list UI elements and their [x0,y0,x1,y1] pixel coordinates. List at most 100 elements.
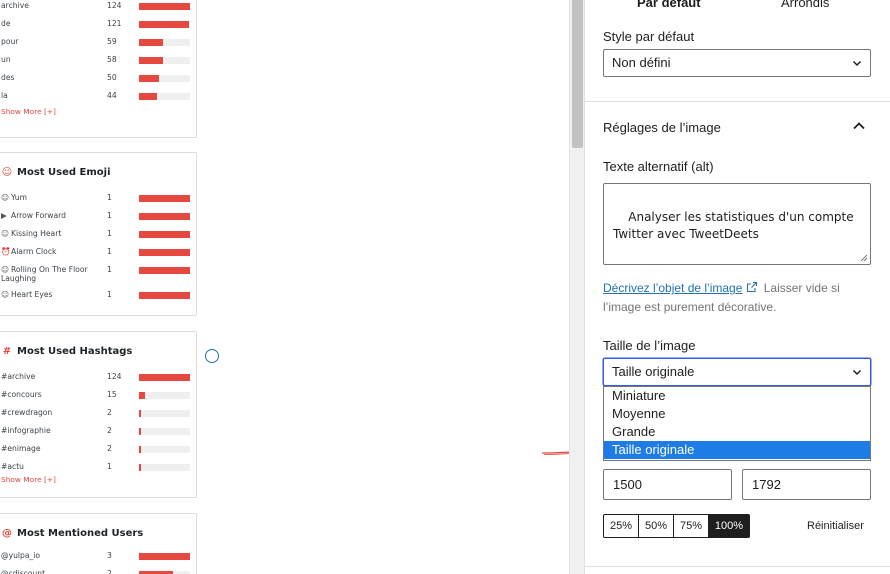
stats-bar-track [139,292,190,299]
default-style-value: Non défini [612,55,671,70]
stats-row-text: pour [1,37,19,46]
card-title-text: Most Used Emoji [17,167,111,178]
block-resize-handle[interactable] [205,349,219,363]
scale-button-75[interactable]: 75% [673,514,709,538]
default-style-select[interactable]: Non défini [603,49,871,77]
stats-row-text: Rolling On The Floor Laughing [1,265,88,283]
image-size-option[interactable]: Grande [604,423,870,441]
stats-bar-track [139,93,190,100]
red-arrow-annotation [541,451,569,455]
scale-button-25[interactable]: 25% [603,514,639,538]
stats-row-label: ⏰Alarm Clock [1,247,91,256]
stats-bar-fill [139,57,163,64]
stats-row-label: un [1,55,91,64]
stats-card: @ Most Mentioned Users @yulpa_io 3 @cdiscoun… [0,513,197,574]
stats-row: ⏰Alarm Clock 1 [1,247,191,259]
tab-par-defaut[interactable]: Par défaut [637,0,701,10]
style-tabs: Par défaut Arrondis [585,0,890,16]
stats-row-count: 2 [107,444,112,453]
alt-text-value: Analyser les statistiques d'un compte Tw… [613,210,858,241]
block-settings-sidebar: Par défaut Arrondis Style par défaut Non… [584,0,890,574]
image-scale-buttons: 25% 50% 75% 100% [603,514,750,538]
panel-divider [585,101,890,102]
stats-row-count: 2 [107,426,112,435]
default-style-label: Style par défaut [603,29,695,44]
stats-row: la 44 [1,91,191,103]
alt-help-text: Décrivez l’objet de l’image Laisser vide… [603,279,863,317]
stats-row-text: un [1,55,11,64]
stats-bar-track [139,392,190,399]
image-size-option[interactable]: Moyenne [604,405,870,423]
stats-row: ☺ Yum 1 [1,193,191,205]
stats-bar-track [139,3,190,10]
stats-row-count: 1 [107,462,112,471]
stats-row-text: #enimage [1,444,41,453]
stats-bar-track [139,195,190,202]
stats-row-label: la [1,91,91,100]
stats-row: ▶ Arrow Forward 1 [1,211,191,223]
stats-row-text: #infographie [1,426,51,435]
image-size-option[interactable]: Miniature [604,387,870,405]
alt-text-label: Texte alternatif (alt) [603,159,714,174]
image-height-input[interactable]: 1792 [742,469,871,500]
stats-bar-fill [139,374,190,381]
stats-row-text: #actu [1,462,24,471]
stats-row-count: 1 [107,290,112,299]
stats-row: ☺ Rolling On The Floor Laughing 1 [1,265,191,283]
scale-button-100[interactable]: 100% [708,514,750,538]
emoji-icon: ☺ [1,229,9,238]
stats-row-count: 2 [107,408,112,417]
scrollbar-thumb[interactable] [572,0,583,148]
show-more-link[interactable]: Show More [+] [1,475,56,484]
stats-row-count: 15 [107,390,117,399]
stats-row-label: #archive [1,372,91,381]
stats-row: #infographie 2 [1,426,191,438]
stats-bar-fill [139,553,190,560]
stats-row-text: des [1,73,15,82]
show-more-link[interactable]: Show More [+] [1,107,56,116]
stats-row-text: Arrow Forward [11,211,66,220]
stats-row-text: Heart Eyes [11,290,53,299]
stats-card-title: # Most Used Hashtags [1,346,133,357]
stats-row-label: des [1,73,91,82]
image-size-option[interactable]: Taille originale [604,441,870,459]
image-width-input[interactable]: 1500 [603,469,732,500]
image-settings-title[interactable]: Réglages de l’image [603,120,721,135]
stats-bar-track [139,553,190,560]
reset-button[interactable]: Réinitialiser [807,520,864,532]
stats-row-count: 1 [107,193,112,202]
image-size-select[interactable]: Taille originale [603,358,871,386]
stats-bar-fill [139,195,190,202]
stats-bar-fill [139,392,146,399]
stats-bar-fill [139,428,141,435]
stats-row-text: #crewdragon [1,408,53,417]
stats-row-text: la [1,91,8,100]
resize-grip-icon[interactable] [860,254,868,262]
describe-image-link[interactable]: Décrivez l’objet de l’image [603,281,742,295]
stats-bar-track [139,410,190,417]
stats-row: #archive 124 [1,372,191,384]
stats-row-count: 2 [107,569,112,574]
canvas-scrollbar[interactable] [569,0,584,574]
chevron-up-icon[interactable] [851,118,867,134]
stats-row-label: pour [1,37,91,46]
card-title-text: Most Used Hashtags [17,346,133,357]
scale-button-50[interactable]: 50% [638,514,674,538]
stats-bar-track [139,464,190,471]
stats-bar-track [139,428,190,435]
stats-row-label: @cdiscount [1,569,91,574]
stats-row: un 58 [1,55,191,67]
stats-row-count: 1 [107,247,112,256]
stats-row-label: #enimage [1,444,91,453]
stats-row: @yulpa_io 3 [1,551,191,563]
stats-row-text: de [1,19,11,28]
stats-bar-fill [139,21,189,28]
alt-text-input[interactable]: Analyser les statistiques d'un compte Tw… [603,183,871,265]
stats-bar-fill [139,267,190,274]
stats-row-count: 1 [107,265,112,274]
image-width-value: 1500 [613,477,642,492]
stats-row-label: #concours [1,390,91,399]
tab-arrondis[interactable]: Arrondis [781,0,829,10]
stats-bar-fill [139,39,164,46]
stats-bar-track [139,267,190,274]
